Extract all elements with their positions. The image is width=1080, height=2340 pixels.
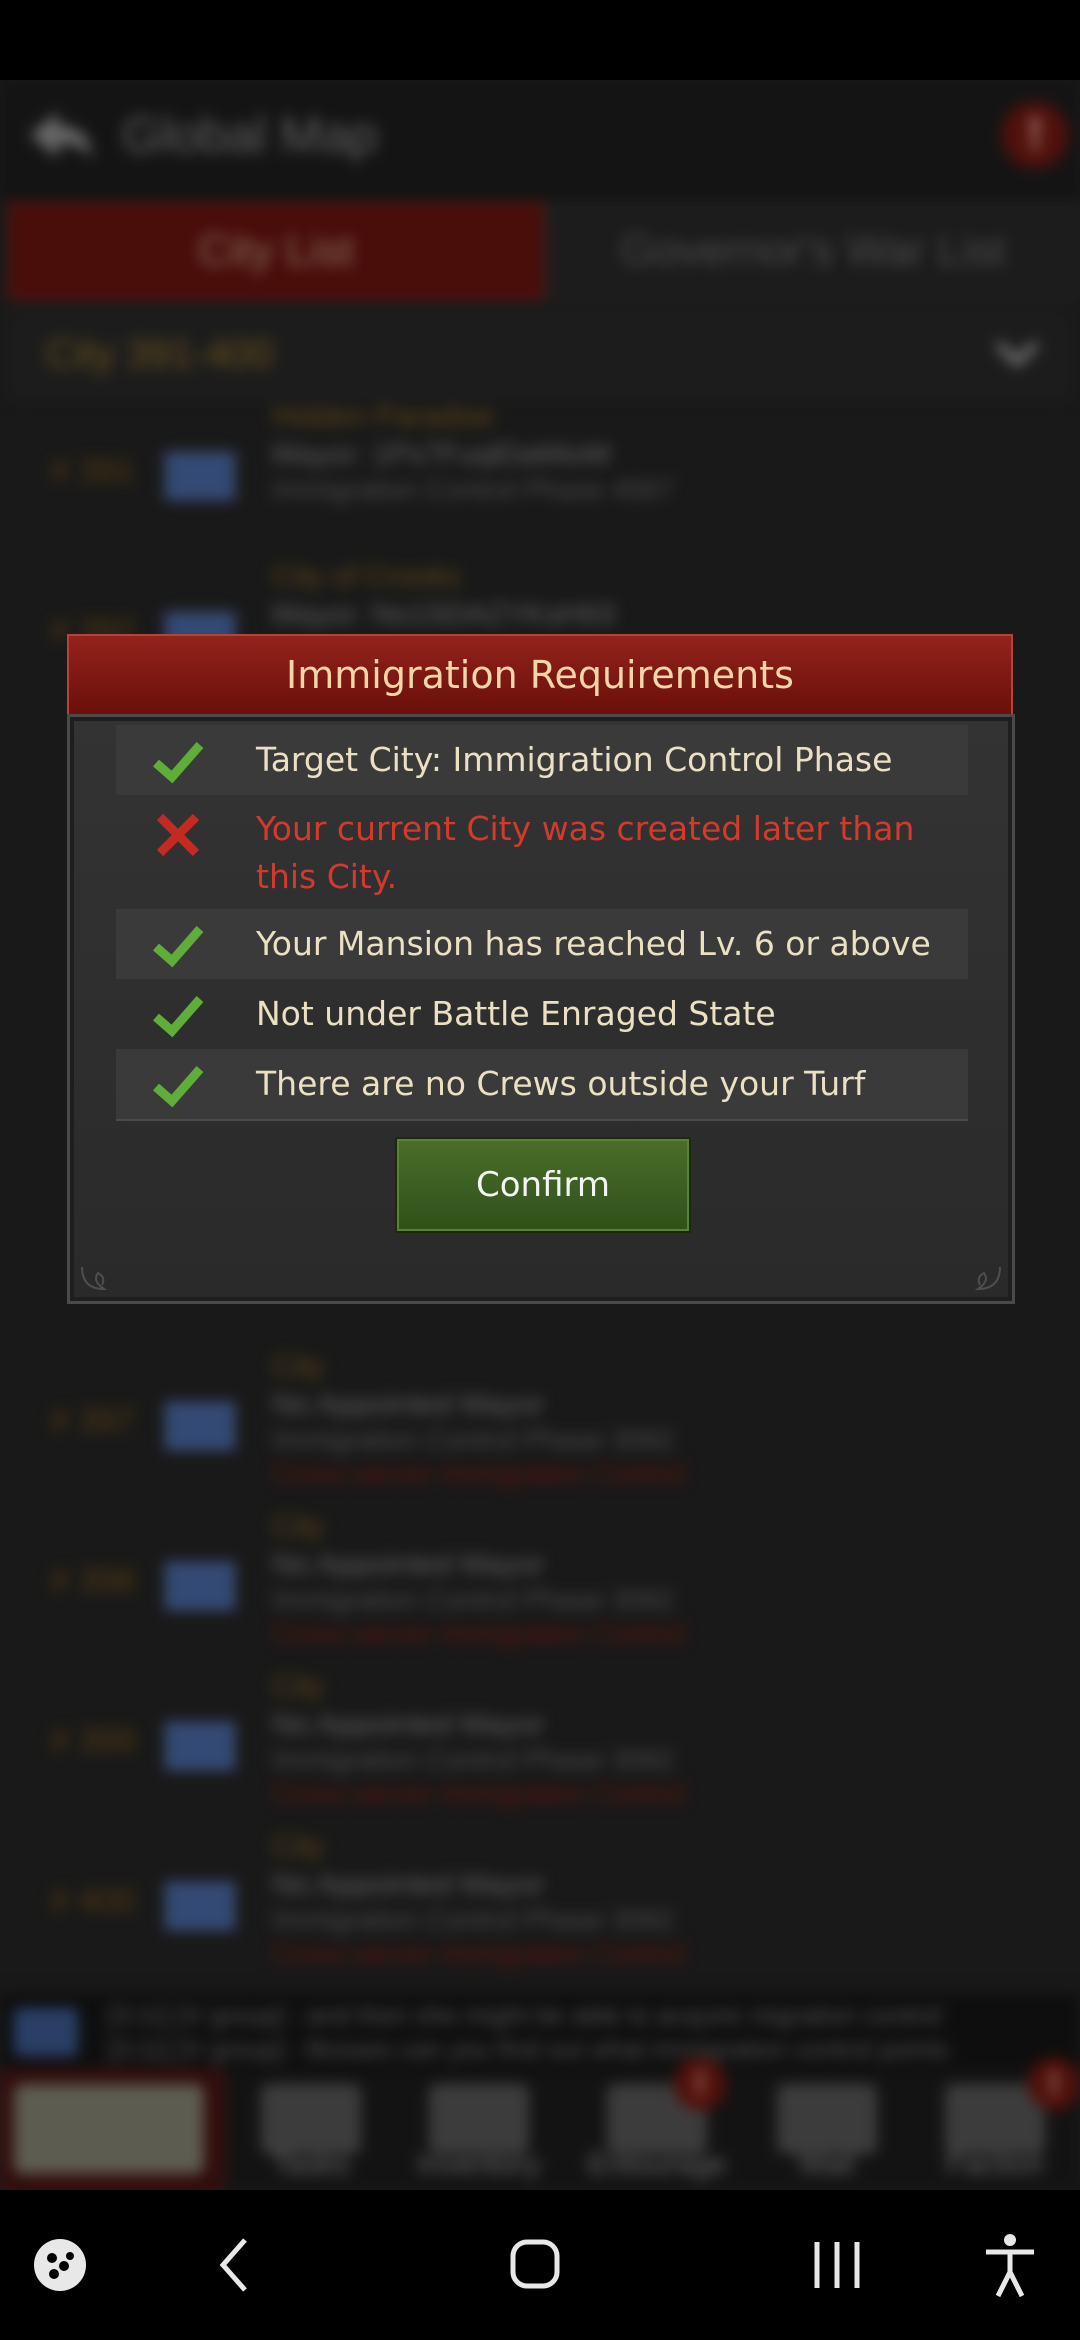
requirement-text: Not under Battle Enraged State — [256, 994, 776, 1033]
system-nav-bar — [0, 2190, 1080, 2340]
check-icon — [153, 926, 204, 968]
requirement-row: Your Mansion has reached Lv. 6 or above — [116, 909, 968, 979]
confirm-button[interactable]: Confirm — [395, 1137, 691, 1233]
check-icon — [153, 742, 204, 784]
accessibility-icon[interactable] — [970, 2230, 1050, 2300]
cross-icon — [156, 813, 200, 857]
requirement-row: Your current City was created later than… — [116, 795, 968, 909]
corner-ornament-icon — [81, 1266, 108, 1291]
check-icon — [153, 1066, 204, 1108]
immigration-requirements-dialog: Immigration Requirements Target City: Im… — [67, 634, 1015, 1304]
requirement-text: Target City: Immigration Control Phase — [256, 740, 893, 779]
requirement-text: Your Mansion has reached Lv. 6 or above — [256, 924, 931, 963]
requirement-text: There are no Crews outside your Turf — [256, 1064, 866, 1103]
status-bar — [0, 0, 1080, 80]
dialog-title: Immigration Requirements — [286, 653, 794, 697]
dialog-header: Immigration Requirements — [67, 634, 1013, 716]
requirement-row: There are no Crews outside your Turf — [116, 1049, 968, 1119]
requirement-row: Target City: Immigration Control Phase — [116, 725, 968, 795]
requirement-text: Your current City was created later than… — [256, 809, 915, 896]
recents-icon[interactable] — [797, 2230, 877, 2300]
divider — [116, 1119, 968, 1121]
requirement-row: Not under Battle Enraged State — [116, 979, 968, 1049]
back-icon[interactable] — [195, 2230, 275, 2300]
dialog-body: Target City: Immigration Control Phase Y… — [67, 714, 1015, 1304]
game-launcher-icon[interactable] — [20, 2230, 100, 2300]
check-icon — [153, 996, 204, 1038]
home-icon[interactable] — [495, 2230, 575, 2300]
corner-ornament-icon — [974, 1266, 1001, 1291]
